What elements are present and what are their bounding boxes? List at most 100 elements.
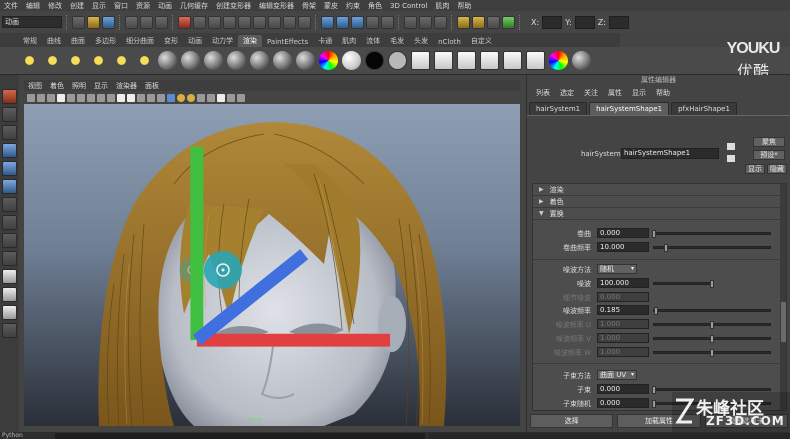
phonge-material-icon[interactable]	[273, 51, 292, 70]
smooth-shade-icon[interactable]	[147, 93, 155, 102]
y-field[interactable]	[574, 15, 595, 29]
default-light-icon[interactable]	[177, 93, 185, 102]
menu-item-2[interactable]: 修改	[44, 1, 66, 11]
shelf-tab-8[interactable]: 渲染	[238, 35, 262, 47]
anisotropic-material-icon[interactable]	[158, 51, 177, 70]
slider-knob[interactable]	[652, 386, 656, 394]
select-hierarchy-icon[interactable]	[125, 15, 138, 29]
menu-item-6[interactable]: 资源	[132, 1, 154, 11]
rotate-tool-icon[interactable]	[2, 161, 17, 176]
viewport-menu-item-3[interactable]: 显示	[90, 81, 112, 91]
menu-item-0[interactable]: 文件	[0, 1, 22, 11]
menu-item-8[interactable]: 几何缓存	[176, 1, 212, 11]
menu-item-12[interactable]: 蒙皮	[320, 1, 342, 11]
menu-item-13[interactable]: 约束	[342, 1, 364, 11]
manipulator-tool-icon[interactable]	[2, 197, 17, 212]
snap-point-icon[interactable]	[351, 15, 364, 29]
scale-tool-icon[interactable]	[2, 179, 17, 194]
ae-menu-item-2[interactable]: 关注	[579, 88, 603, 98]
camera-select-icon[interactable]	[27, 93, 35, 102]
shelf-tab-1[interactable]: 曲线	[42, 35, 66, 47]
camera-attr-icon[interactable]	[37, 93, 45, 102]
render-settings-doc-icon[interactable]	[503, 51, 522, 70]
menu-item-16[interactable]: 肌肉	[431, 1, 453, 11]
open-scene-icon[interactable]	[87, 15, 100, 29]
attribute-scrollbar[interactable]	[780, 184, 786, 410]
show-button[interactable]: 显示	[745, 164, 765, 174]
shelf-tab-9[interactable]: PaintEffects	[262, 37, 313, 47]
paint-canvas-icon[interactable]	[549, 51, 568, 70]
shelf-tab-16[interactable]: 自定义	[466, 35, 497, 47]
menu-item-14[interactable]: 角色	[364, 1, 386, 11]
slider-knob[interactable]	[654, 307, 659, 315]
xray-joints-icon[interactable]	[227, 93, 235, 102]
ae-menu-item-4[interactable]: 显示	[627, 88, 651, 98]
shelf-tab-3[interactable]: 多边形	[90, 35, 121, 47]
bookmark-icon[interactable]	[47, 93, 55, 102]
save-scene-icon[interactable]	[102, 15, 115, 29]
menu-item-1[interactable]: 编辑	[22, 1, 44, 11]
attr-slider[interactable]	[652, 386, 771, 394]
history-icon[interactable]	[404, 15, 417, 29]
mask-deform-icon[interactable]	[253, 15, 266, 29]
safe-title-icon[interactable]	[127, 93, 135, 102]
wireframe-on-shaded-icon[interactable]	[157, 93, 165, 102]
mask-render-icon[interactable]	[283, 15, 296, 29]
hypershade-icon[interactable]	[502, 15, 515, 29]
shelf-tab-13[interactable]: 毛发	[385, 35, 409, 47]
viewport-menu-item-4[interactable]: 渲染器	[112, 81, 141, 91]
mask-handles-icon[interactable]	[193, 15, 206, 29]
pick-mask-icon[interactable]	[178, 15, 191, 29]
hypergraph-icon[interactable]	[526, 51, 545, 70]
wireframe-icon[interactable]	[137, 93, 145, 102]
ae-tab-0[interactable]: hairSystem1	[529, 102, 588, 115]
select-tool-icon[interactable]	[2, 89, 17, 104]
output-connection-icon[interactable]	[727, 155, 735, 162]
last-tool-icon[interactable]	[2, 215, 17, 230]
phong-material-icon[interactable]	[250, 51, 269, 70]
ramp-material-icon[interactable]	[296, 51, 315, 70]
slider-knob[interactable]	[663, 244, 668, 252]
menu-set-dropdown[interactable]: 动画	[2, 16, 62, 28]
single-perspective-layout-icon[interactable]	[2, 233, 17, 248]
slider-knob[interactable]	[652, 400, 656, 408]
node-name-field[interactable]: hairSystemShape1	[621, 148, 719, 159]
isolate-select-icon[interactable]	[207, 93, 215, 102]
make-live-icon[interactable]	[381, 15, 394, 29]
command-language-label[interactable]: Python	[0, 432, 23, 439]
attr-value[interactable]: 100.000	[597, 278, 649, 288]
volume-light-icon[interactable]	[135, 51, 154, 70]
focus-button[interactable]: 聚焦	[753, 137, 785, 147]
custom-layout-icon[interactable]	[2, 323, 17, 338]
attr-slider[interactable]	[653, 244, 771, 252]
select-component-icon[interactable]	[155, 15, 168, 29]
input-ops-icon[interactable]	[419, 15, 432, 29]
select-object-icon[interactable]	[140, 15, 153, 29]
snap-curve-icon[interactable]	[336, 15, 349, 29]
lasso-tool-icon[interactable]	[2, 107, 17, 122]
render-batch-icon[interactable]	[457, 51, 476, 70]
attr-value[interactable]: 0.000	[597, 398, 649, 408]
attr-slider[interactable]	[653, 307, 771, 315]
image-plane-icon[interactable]	[57, 93, 65, 102]
x-field[interactable]	[542, 15, 563, 29]
hide-button[interactable]: 隐藏	[767, 164, 787, 174]
attr-slider[interactable]	[653, 280, 714, 288]
shelf-tab-11[interactable]: 肌肉	[337, 35, 361, 47]
gate-mask-icon[interactable]	[97, 93, 105, 102]
hypershade-layout-icon[interactable]	[2, 305, 17, 320]
spot-light-icon[interactable]	[89, 51, 108, 70]
section-render[interactable]: ▶ 渲染	[533, 184, 786, 196]
snap-grid-icon[interactable]	[321, 15, 334, 29]
mask-dynamics-icon[interactable]	[268, 15, 281, 29]
high-quality-icon[interactable]	[237, 93, 245, 102]
command-input[interactable]	[54, 432, 426, 439]
shelf-tab-0[interactable]: 常规	[18, 35, 42, 47]
shelf-tab-6[interactable]: 动画	[183, 35, 207, 47]
four-view-layout-icon[interactable]	[2, 251, 17, 266]
slider-knob[interactable]	[710, 280, 714, 288]
slider-knob[interactable]	[652, 230, 656, 238]
render-current-icon[interactable]	[457, 15, 470, 29]
viewport-menu-item-2[interactable]: 照明	[68, 81, 90, 91]
persp-outliner-layout-icon[interactable]	[2, 269, 17, 284]
